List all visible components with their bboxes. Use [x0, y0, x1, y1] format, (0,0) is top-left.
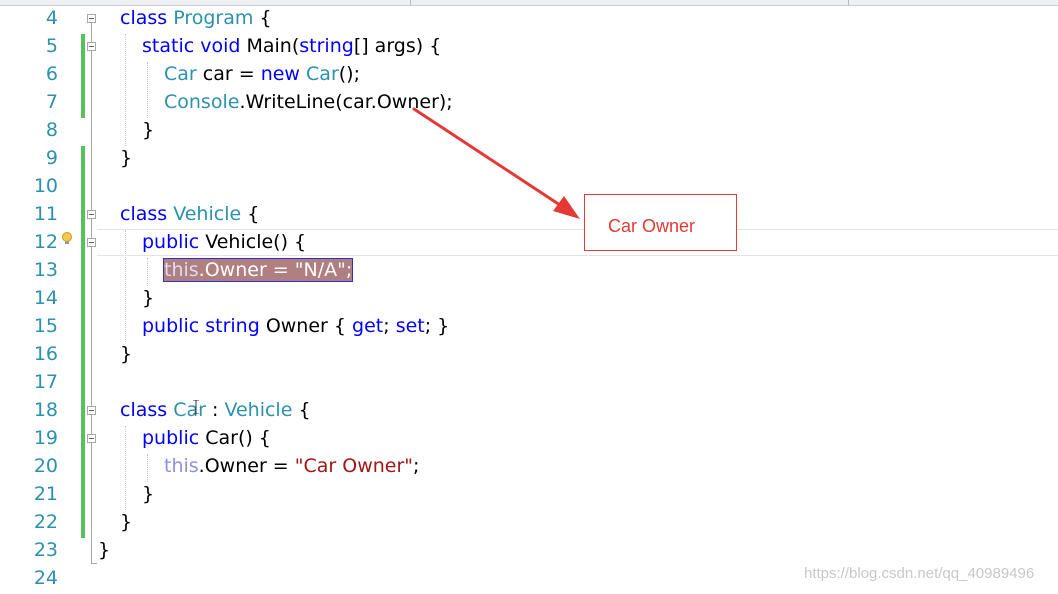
annotation-arrow: [412, 107, 580, 219]
callout-text: Car Owner: [608, 216, 696, 236]
annotation-callout: Car Owner: [584, 194, 737, 251]
watermark: https://blog.csdn.net/qq_40989496: [804, 565, 1035, 582]
